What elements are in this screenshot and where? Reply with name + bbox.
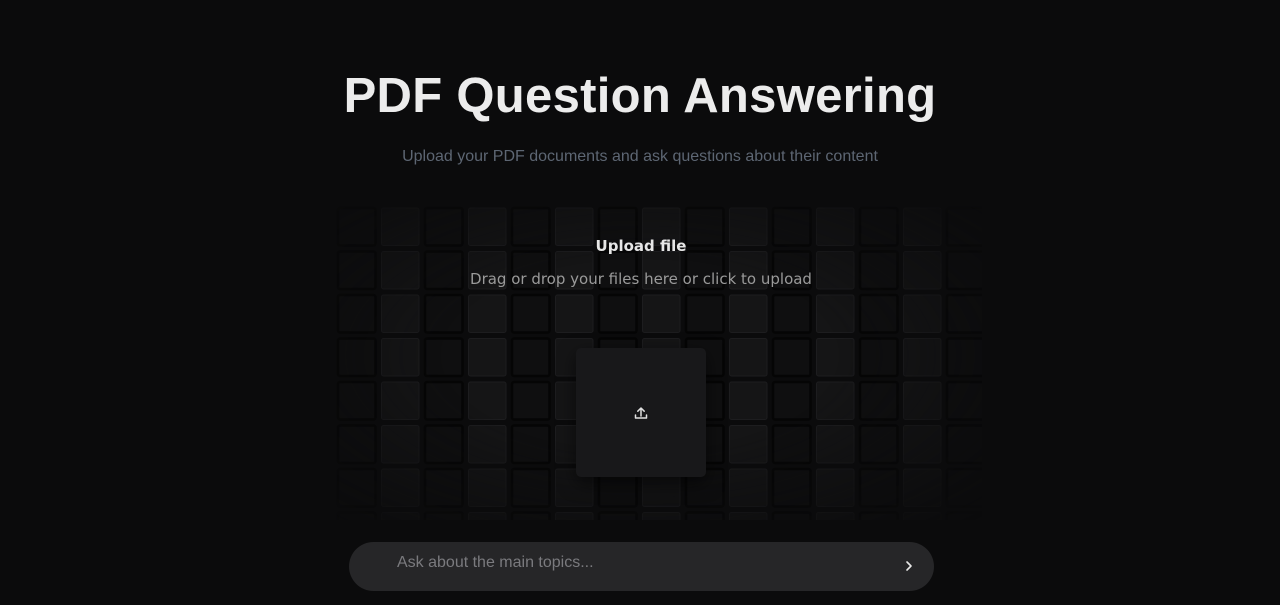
- grid-cell: [381, 425, 420, 464]
- grid-cell: [336, 337, 377, 378]
- grid-cell: [642, 512, 681, 520]
- grid-cell: [336, 293, 377, 334]
- grid-cell: [816, 381, 855, 420]
- grid-cell: [381, 468, 420, 507]
- grid-cell: [336, 467, 377, 508]
- grid-cell: [381, 294, 420, 333]
- grid-cell: [945, 511, 982, 520]
- page: PDF Question Answering Upload your PDF d…: [0, 0, 1280, 605]
- grid-cell: [423, 424, 464, 465]
- grid-cell: [423, 467, 464, 508]
- upload-title: Upload file: [595, 237, 687, 255]
- grid-cell: [945, 380, 982, 421]
- grid-cell: [903, 338, 942, 377]
- grid-cell: [771, 380, 812, 421]
- grid-cell: [468, 468, 507, 507]
- grid-cell: [771, 293, 812, 334]
- grid-cell: [903, 425, 942, 464]
- grid-cell: [816, 294, 855, 333]
- grid-cell: [381, 381, 420, 420]
- grid-cell: [423, 380, 464, 421]
- grid-cell: [510, 380, 551, 421]
- grid-cell: [381, 512, 420, 520]
- grid-cell: [642, 294, 681, 333]
- grid-cell: [510, 467, 551, 508]
- grid-cell: [858, 511, 899, 520]
- grid-cell: [903, 381, 942, 420]
- upload-icon: [633, 405, 649, 421]
- grid-cell: [903, 294, 942, 333]
- grid-cell: [684, 511, 725, 520]
- grid-cell: [729, 381, 768, 420]
- question-input[interactable]: [397, 542, 877, 584]
- page-title: PDF Question Answering: [343, 69, 937, 123]
- grid-cell: [423, 337, 464, 378]
- grid-cell: [597, 511, 638, 520]
- grid-cell: [468, 294, 507, 333]
- grid-cell: [597, 293, 638, 334]
- grid-cell: [816, 512, 855, 520]
- grid-cell: [858, 424, 899, 465]
- upload-description: Drag or drop your files here or click to…: [470, 270, 812, 288]
- grid-cell: [771, 467, 812, 508]
- grid-cell: [945, 337, 982, 378]
- grid-cell: [816, 468, 855, 507]
- grid-cell: [336, 424, 377, 465]
- upload-drop-box[interactable]: [576, 348, 706, 477]
- grid-cell: [729, 338, 768, 377]
- grid-cell: [771, 337, 812, 378]
- grid-cell: [858, 467, 899, 508]
- grid-cell: [903, 468, 942, 507]
- page-subtitle: Upload your PDF documents and ask questi…: [402, 148, 878, 165]
- send-button[interactable]: [897, 556, 921, 578]
- grid-cell: [510, 337, 551, 378]
- grid-cell: [729, 468, 768, 507]
- grid-cell: [468, 425, 507, 464]
- grid-cell: [729, 512, 768, 520]
- grid-cell: [510, 511, 551, 520]
- grid-cell: [729, 294, 768, 333]
- grid-cell: [945, 293, 982, 334]
- chevron-right-icon: [904, 560, 914, 575]
- grid-cell: [555, 294, 594, 333]
- grid-cell: [336, 380, 377, 421]
- grid-cell: [816, 425, 855, 464]
- grid-cell: [684, 293, 725, 334]
- grid-cell: [771, 511, 812, 520]
- question-bar: [349, 542, 934, 591]
- grid-cell: [945, 467, 982, 508]
- grid-cell: [858, 380, 899, 421]
- grid-cell: [468, 381, 507, 420]
- grid-cell: [468, 512, 507, 520]
- grid-cell: [336, 511, 377, 520]
- grid-cell: [423, 511, 464, 520]
- grid-cell: [510, 424, 551, 465]
- grid-cell: [945, 424, 982, 465]
- grid-cell: [555, 512, 594, 520]
- grid-cell: [468, 338, 507, 377]
- grid-cell: [903, 512, 942, 520]
- grid-cell: [510, 293, 551, 334]
- grid-cell: [423, 293, 464, 334]
- grid-cell: [858, 293, 899, 334]
- file-upload-zone[interactable]: Upload file Drag or drop your files here…: [300, 190, 982, 520]
- grid-cell: [858, 337, 899, 378]
- grid-cell: [816, 338, 855, 377]
- grid-cell: [729, 425, 768, 464]
- grid-cell: [381, 338, 420, 377]
- grid-cell: [771, 424, 812, 465]
